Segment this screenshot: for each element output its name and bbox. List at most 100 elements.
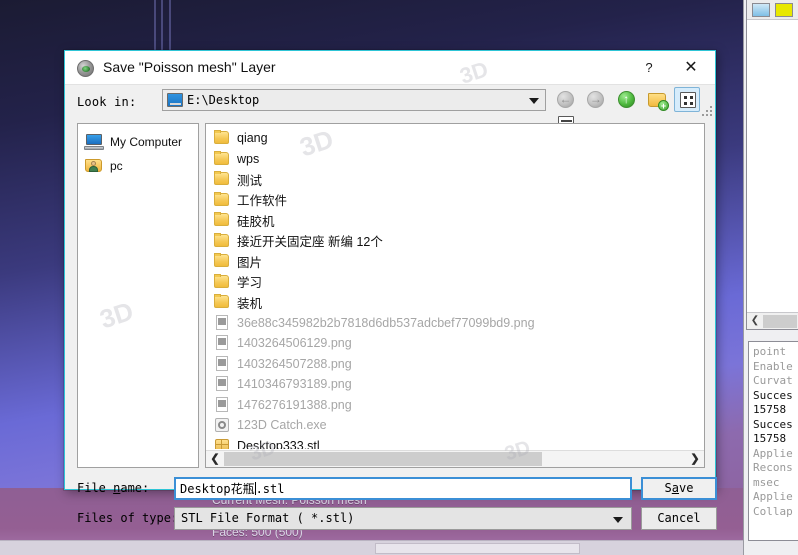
- file-list-item-label: 36e88c345982b2b7818d6db537adcbef77099bd9…: [237, 315, 535, 330]
- filetype-value: STL File Format ( *.stl): [181, 511, 355, 525]
- new-folder-button[interactable]: +: [644, 87, 670, 112]
- png-icon: [214, 335, 230, 351]
- file-list-item-label: 装机: [237, 296, 263, 311]
- log-line: Recons: [753, 461, 793, 474]
- file-list-item[interactable]: 装机: [210, 292, 704, 313]
- exe-icon: [214, 417, 230, 433]
- place-pc[interactable]: pc: [82, 154, 194, 178]
- file-list-item-label: 学习: [237, 276, 263, 291]
- scrollbar-thumb[interactable]: [763, 315, 797, 328]
- filename-value-before-caret: Desktop花瓶: [180, 482, 255, 496]
- back-button[interactable]: ←: [553, 87, 579, 112]
- filename-value-after-caret: .stl: [255, 481, 285, 496]
- filename-label: File name:: [77, 481, 150, 495]
- log-line: msec: [753, 475, 780, 489]
- close-button[interactable]: ✕: [671, 51, 711, 84]
- folder-icon: [214, 294, 230, 310]
- user-folder-icon: [84, 158, 104, 174]
- scroll-left-icon[interactable]: ❮: [748, 314, 762, 328]
- file-list-item[interactable]: 123D Catch.exe: [210, 415, 704, 436]
- plus-badge-icon: +: [658, 100, 670, 111]
- file-list-item-label: 接近开关固定座 新编 12个: [237, 235, 383, 250]
- chevron-down-icon[interactable]: [529, 98, 539, 104]
- folder-icon: [214, 171, 230, 187]
- file-list-item[interactable]: 学习: [210, 272, 704, 293]
- cancel-button[interactable]: Cancel: [641, 507, 717, 530]
- folder-icon: [214, 191, 230, 208]
- layer-dialog-panel[interactable]: ❮: [746, 0, 798, 330]
- layer-panel-hscrollbar[interactable]: ❮: [747, 312, 798, 329]
- file-list-item[interactable]: wps: [210, 149, 704, 170]
- file-list-item[interactable]: 图片: [210, 251, 704, 272]
- file-list-item[interactable]: 1410346793189.png: [210, 374, 704, 395]
- log-line: point: [753, 345, 787, 358]
- file-list-item[interactable]: qiang: [210, 128, 704, 149]
- log-line: Enable: [753, 359, 793, 373]
- file-list[interactable]: qiang wps 测试工作软件硅胶机接近开关固定座 新编 12个 图片学习装机 36e…: [205, 123, 705, 468]
- file-list-item-label: 1403264506129.png: [237, 336, 352, 351]
- stl-icon: [214, 438, 230, 449]
- file-list-item-label: 硅胶机: [237, 214, 275, 229]
- scrollbar-thumb[interactable]: [224, 452, 542, 466]
- file-list-item-label: 工作软件: [237, 194, 288, 209]
- file-list-item-label: Desktop333.stl: [237, 438, 320, 449]
- meshlab-app-icon: [77, 60, 94, 77]
- file-list-item[interactable]: Desktop333.stl: [210, 436, 704, 449]
- resize-grip[interactable]: [702, 106, 712, 116]
- log-line: Succes: [753, 388, 793, 402]
- filetype-label: Files of type:: [77, 511, 179, 525]
- save-layer-dialog: Save "Poisson mesh" Layer ? ✕ Look in: E…: [64, 50, 717, 530]
- list-view-icon: [680, 92, 697, 108]
- file-list-item[interactable]: 1403264506129.png: [210, 333, 704, 354]
- folder-icon: [214, 273, 230, 290]
- file-list-item-label: 1403264507288.png: [237, 356, 352, 371]
- place-label: My Computer: [110, 135, 183, 149]
- navigation-toolbar: ← → ↑ +: [553, 87, 715, 132]
- filename-input[interactable]: Desktop花瓶 .stl: [174, 477, 632, 500]
- file-browser: My Computer pc qiang wps 测试工作软件硅胶机接近开关固定座 …: [77, 123, 705, 468]
- layer-color-icon[interactable]: [775, 3, 793, 17]
- help-button[interactable]: ?: [629, 51, 669, 84]
- folder-icon: [214, 253, 230, 269]
- places-sidebar[interactable]: My Computer pc: [77, 123, 199, 468]
- layer-visibility-icon[interactable]: [752, 3, 770, 17]
- bottom-strip-segment: [375, 543, 580, 554]
- lookin-combobox[interactable]: E:\Desktop: [162, 89, 546, 111]
- file-list-item[interactable]: 测试: [210, 169, 704, 190]
- log-line: Collap: [753, 504, 793, 518]
- file-list-item-label: 1476276191388.png: [237, 397, 352, 412]
- filetype-combobox[interactable]: STL File Format ( *.stl): [174, 507, 632, 530]
- forward-button[interactable]: →: [583, 87, 609, 112]
- dialog-body: Look in: E:\Desktop ← → ↑ + My Computer …: [65, 85, 717, 530]
- file-list-item[interactable]: 1476276191388.png: [210, 395, 704, 416]
- file-list-item[interactable]: 工作软件: [210, 190, 704, 211]
- log-line: 15758: [753, 432, 787, 445]
- folder-icon: [214, 232, 230, 249]
- file-list-item[interactable]: 接近开关固定座 新编 12个: [210, 231, 704, 252]
- my-computer-icon: [84, 134, 104, 150]
- filename-row: File name: Desktop花瓶 .stl Save: [77, 477, 717, 501]
- png-icon: [214, 355, 230, 372]
- log-line: Succes: [753, 417, 793, 431]
- lookin-value: E:\Desktop: [187, 93, 260, 107]
- parent-directory-button[interactable]: ↑: [614, 87, 640, 112]
- file-list-item[interactable]: 1403264507288.png: [210, 354, 704, 375]
- file-list-item-label: 123D Catch.exe: [237, 418, 327, 433]
- place-my-computer[interactable]: My Computer: [82, 130, 194, 154]
- file-list-item[interactable]: 36e88c345982b2b7818d6db537adcbef77099bd9…: [210, 313, 704, 334]
- scroll-left-icon[interactable]: ❮: [207, 451, 223, 467]
- list-view-button[interactable]: [674, 87, 701, 112]
- log-line: Applie: [753, 446, 793, 460]
- lookin-row: Look in: E:\Desktop ← → ↑ +: [65, 85, 715, 132]
- file-list-item-label: wps: [237, 151, 260, 166]
- log-output-panel[interactable]: point Enable Curvat Succes 15758 Succes 15758 A…: [748, 341, 798, 541]
- file-list-hscrollbar[interactable]: ❮ ❯: [206, 450, 704, 467]
- scroll-right-icon[interactable]: ❯: [687, 451, 703, 467]
- file-list-columns: qiang wps 测试工作软件硅胶机接近开关固定座 新编 12个 图片学习装机 36e…: [206, 124, 704, 449]
- layer-panel-toolbar[interactable]: [747, 0, 798, 20]
- file-list-item[interactable]: 硅胶机: [210, 210, 704, 231]
- up-arrow-glyph: ↑: [623, 92, 630, 106]
- chevron-down-icon[interactable]: [613, 517, 623, 523]
- save-button[interactable]: Save: [641, 477, 717, 500]
- file-list-item-label: qiang: [237, 131, 268, 146]
